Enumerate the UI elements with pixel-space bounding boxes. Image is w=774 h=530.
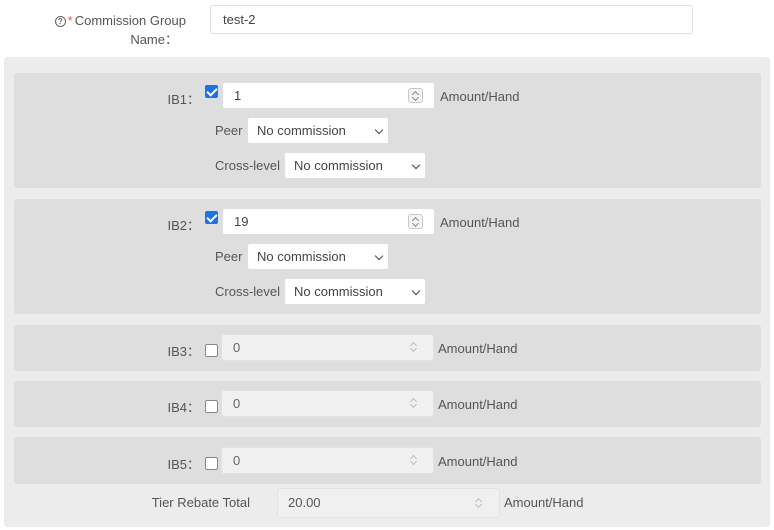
ib5-amount-value: 0 xyxy=(233,453,241,468)
ib2-stepper-icon[interactable] xyxy=(408,214,423,229)
ib5-unit: Amount/Hand xyxy=(438,454,518,469)
ib4-amount-value: 0 xyxy=(233,396,241,411)
ib2-peer-select[interactable]: No commission xyxy=(247,243,389,270)
ib2-amount-value: 19 xyxy=(234,214,249,229)
ib1-section: IB1： 1 Amount/Hand Peer No commission Cr… xyxy=(14,73,761,188)
ib1-unit: Amount/Hand xyxy=(440,89,520,104)
ib1-checkbox[interactable] xyxy=(205,85,218,98)
chevron-down-icon xyxy=(411,160,421,170)
ib2-amount-input[interactable]: 19 xyxy=(222,208,435,235)
ib1-amount-input[interactable]: 1 xyxy=(222,82,435,109)
ib1-peer-label: Peer xyxy=(215,123,243,138)
ib3-checkbox[interactable] xyxy=(205,344,218,357)
ib4-unit: Amount/Hand xyxy=(438,397,518,412)
commission-group-label-line1: Commission Group xyxy=(74,13,186,28)
ib2-cross-level-label: Cross-level xyxy=(215,284,281,299)
ib1-cross-level-select[interactable]: No commission xyxy=(284,152,426,179)
commission-group-label-line2: Name： xyxy=(130,32,178,47)
ib4-amount-input[interactable]: 0 xyxy=(221,390,434,417)
ib4-stepper-icon xyxy=(407,396,422,411)
ib2-peer-value: No commission xyxy=(257,249,346,264)
ib5-section: IB5： 0 Amount/Hand xyxy=(14,437,761,484)
ib5-stepper-icon xyxy=(407,453,422,468)
ib3-section: IB3： 0 Amount/Hand xyxy=(14,325,761,371)
ib2-unit: Amount/Hand xyxy=(440,215,520,230)
ib3-label: IB3： xyxy=(167,344,200,359)
ib5-checkbox[interactable] xyxy=(205,457,218,470)
tier-rebate-total-value: 20.00 xyxy=(288,495,321,510)
chevron-down-icon xyxy=(374,125,384,135)
ib1-cross-level-value: No commission xyxy=(294,158,383,173)
ib5-label: IB5： xyxy=(167,457,200,472)
ib1-label: IB1： xyxy=(167,92,200,107)
ib3-amount-input[interactable]: 0 xyxy=(221,334,434,361)
commission-group-row: ? * Commission Group Name： xyxy=(0,0,774,56)
chevron-down-icon xyxy=(374,251,384,261)
ib1-peer-select[interactable]: No commission xyxy=(247,117,389,144)
tier-rebate-total-unit: Amount/Hand xyxy=(504,495,584,510)
ib2-checkbox[interactable] xyxy=(205,211,218,224)
ib5-amount-input[interactable]: 0 xyxy=(221,447,434,474)
ib2-cross-level-select[interactable]: No commission xyxy=(284,278,426,305)
ib2-section: IB2： 19 Amount/Hand Peer No commission C… xyxy=(14,199,761,314)
ib1-amount-value: 1 xyxy=(234,88,242,103)
ib3-stepper-icon xyxy=(407,340,422,355)
commission-group-name-input[interactable] xyxy=(210,5,693,34)
ib4-section: IB4： 0 Amount/Hand xyxy=(14,381,761,427)
ib2-label: IB2： xyxy=(167,218,200,233)
ib1-cross-level-label: Cross-level xyxy=(215,158,281,173)
tier-rebate-total-label: Tier Rebate Total xyxy=(151,495,250,510)
ib4-checkbox[interactable] xyxy=(205,400,218,413)
ib2-peer-label: Peer xyxy=(215,249,243,264)
question-circle-icon[interactable]: ? xyxy=(54,16,66,27)
chevron-down-icon xyxy=(411,286,421,296)
tier-rebate-total-input: 20.00 xyxy=(277,488,500,518)
ib1-stepper-icon[interactable] xyxy=(408,88,423,103)
total-stepper-icon xyxy=(472,496,487,511)
ib2-cross-level-value: No commission xyxy=(294,284,383,299)
required-mark: * xyxy=(67,13,73,28)
ib4-label: IB4： xyxy=(167,400,200,415)
ib3-amount-value: 0 xyxy=(233,340,241,355)
ib1-peer-value: No commission xyxy=(257,123,346,138)
commission-group-label: ? * Commission Group Name： xyxy=(40,11,186,49)
ib3-unit: Amount/Hand xyxy=(438,341,518,356)
